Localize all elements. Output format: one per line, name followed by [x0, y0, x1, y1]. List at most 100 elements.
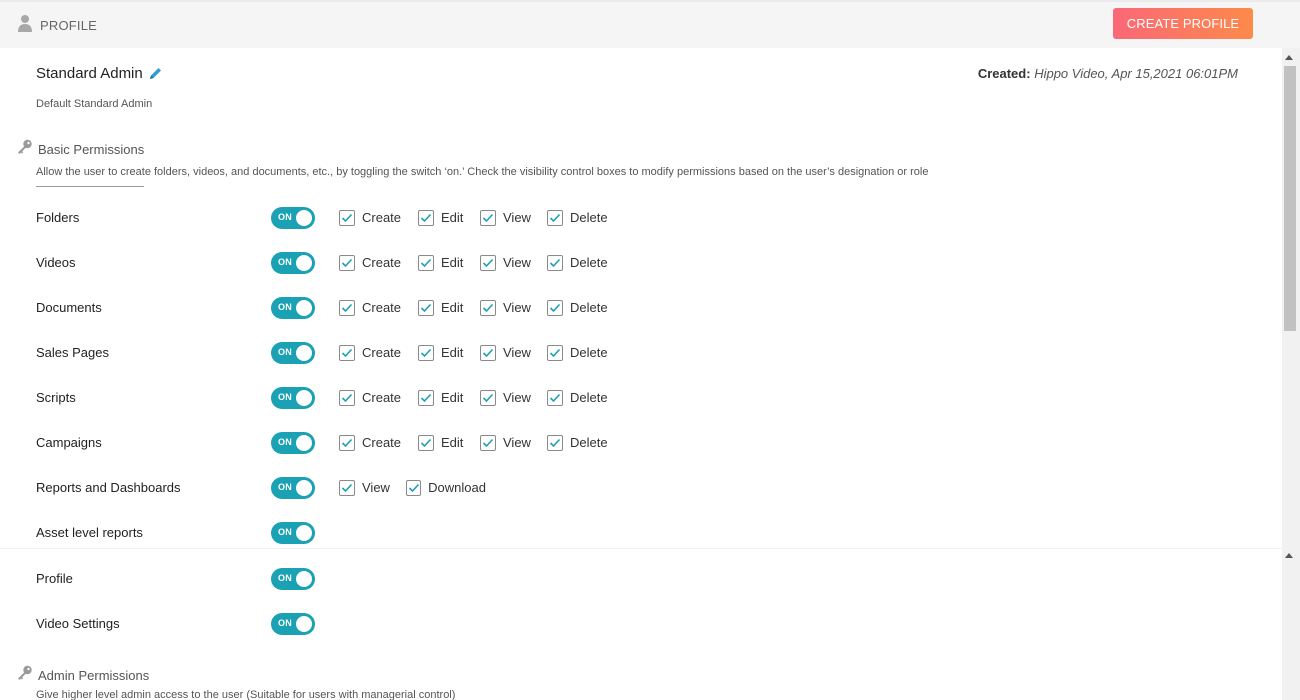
option-view[interactable]: View [480, 433, 547, 453]
checkbox[interactable] [339, 345, 355, 361]
toggle-on-label: ON [278, 618, 293, 628]
create-profile-button[interactable]: CREATE PROFILE [1113, 8, 1253, 39]
option-view[interactable]: View [480, 388, 547, 408]
option-label: View [503, 300, 531, 315]
checkbox[interactable] [418, 255, 434, 271]
permission-row: Asset level reports ON [0, 522, 1282, 568]
option-delete[interactable]: Delete [547, 253, 627, 273]
option-delete[interactable]: Delete [547, 208, 627, 228]
option-create[interactable]: Create [339, 388, 418, 408]
option-download[interactable]: Download [406, 478, 486, 498]
permission-name: Asset level reports [36, 525, 143, 540]
toggle-on-label: ON [278, 302, 293, 312]
scroll-up-arrow-icon[interactable] [1285, 55, 1293, 60]
option-edit[interactable]: Edit [418, 433, 480, 453]
checkbox[interactable] [547, 345, 563, 361]
checkbox[interactable] [339, 435, 355, 451]
checkbox[interactable] [480, 210, 496, 226]
checkmark-icon [341, 438, 353, 448]
option-delete[interactable]: Delete [547, 433, 627, 453]
option-view[interactable]: View [480, 343, 547, 363]
permission-toggle[interactable]: ON [271, 387, 315, 409]
checkbox[interactable] [547, 210, 563, 226]
permission-toggle[interactable]: ON [271, 297, 315, 319]
permission-toggle[interactable]: ON [271, 477, 315, 499]
option-view[interactable]: View [480, 253, 547, 273]
scroll-up-arrow-icon[interactable] [1285, 553, 1293, 558]
checkbox[interactable] [480, 390, 496, 406]
checkbox[interactable] [339, 480, 355, 496]
checkbox[interactable] [339, 300, 355, 316]
option-edit[interactable]: Edit [418, 298, 480, 318]
checkmark-icon [341, 348, 353, 358]
option-edit[interactable]: Edit [418, 388, 480, 408]
profile-description: Default Standard Admin [36, 98, 153, 110]
toggle-on-label: ON [278, 437, 293, 447]
checkbox[interactable] [339, 255, 355, 271]
checkmark-icon [549, 348, 561, 358]
checkbox[interactable] [547, 300, 563, 316]
checkbox[interactable] [480, 300, 496, 316]
permission-toggle[interactable]: ON [271, 613, 315, 635]
option-edit[interactable]: Edit [418, 208, 480, 228]
option-view[interactable]: View [339, 478, 406, 498]
option-label: Edit [441, 255, 464, 270]
permission-toggle[interactable]: ON [271, 568, 315, 590]
page-header: PROFILE CREATE PROFILE [0, 0, 1300, 48]
permission-row: Folders ON Create Edit View Delete [0, 207, 1282, 253]
option-view[interactable]: View [480, 298, 547, 318]
permission-options: Create Edit View Delete [339, 343, 627, 363]
option-edit[interactable]: Edit [418, 343, 480, 363]
created-value: Hippo Video, Apr 15,2021 06:01PM [1034, 66, 1238, 81]
option-edit[interactable]: Edit [418, 253, 480, 273]
option-delete[interactable]: Delete [547, 388, 627, 408]
checkbox[interactable] [418, 435, 434, 451]
checkbox[interactable] [418, 300, 434, 316]
option-create[interactable]: Create [339, 253, 418, 273]
checkbox[interactable] [547, 435, 563, 451]
option-label: View [503, 210, 531, 225]
permission-toggle[interactable]: ON [271, 522, 315, 544]
option-delete[interactable]: Delete [547, 298, 627, 318]
checkbox[interactable] [339, 210, 355, 226]
option-label: Create [362, 345, 402, 360]
checkmark-icon [341, 258, 353, 268]
checkmark-icon [549, 213, 561, 223]
option-label: Create [362, 390, 402, 405]
toggle-knob [296, 255, 312, 271]
checkbox[interactable] [418, 390, 434, 406]
permission-toggle[interactable]: ON [271, 252, 315, 274]
checkbox[interactable] [406, 480, 422, 496]
checkbox[interactable] [418, 345, 434, 361]
option-label: Edit [441, 210, 464, 225]
edit-pencil-icon[interactable] [148, 66, 163, 81]
option-view[interactable]: View [480, 208, 547, 228]
checkbox[interactable] [418, 210, 434, 226]
checkmark-icon [482, 348, 494, 358]
option-label: Edit [441, 300, 464, 315]
option-create[interactable]: Create [339, 208, 418, 228]
checkmark-icon [341, 483, 353, 493]
option-create[interactable]: Create [339, 433, 418, 453]
option-label: Edit [441, 390, 464, 405]
checkbox[interactable] [339, 390, 355, 406]
option-create[interactable]: Create [339, 298, 418, 318]
permission-toggle[interactable]: ON [271, 342, 315, 364]
scrollbar-thumb[interactable] [1284, 66, 1296, 331]
option-label: Delete [570, 210, 608, 225]
option-delete[interactable]: Delete [547, 343, 627, 363]
checkbox[interactable] [480, 345, 496, 361]
permission-toggle[interactable]: ON [271, 207, 315, 229]
checkbox[interactable] [547, 390, 563, 406]
checkbox[interactable] [480, 255, 496, 271]
toggle-on-label: ON [278, 527, 293, 537]
checkmark-icon [408, 483, 419, 493]
checkmark-icon [549, 258, 561, 268]
option-create[interactable]: Create [339, 343, 418, 363]
option-label: Edit [441, 435, 464, 450]
permission-toggle[interactable]: ON [271, 432, 315, 454]
checkbox[interactable] [547, 255, 563, 271]
header-title-group: PROFILE [17, 14, 97, 37]
checkbox[interactable] [480, 435, 496, 451]
permission-options: Create Edit View Delete [339, 208, 627, 228]
